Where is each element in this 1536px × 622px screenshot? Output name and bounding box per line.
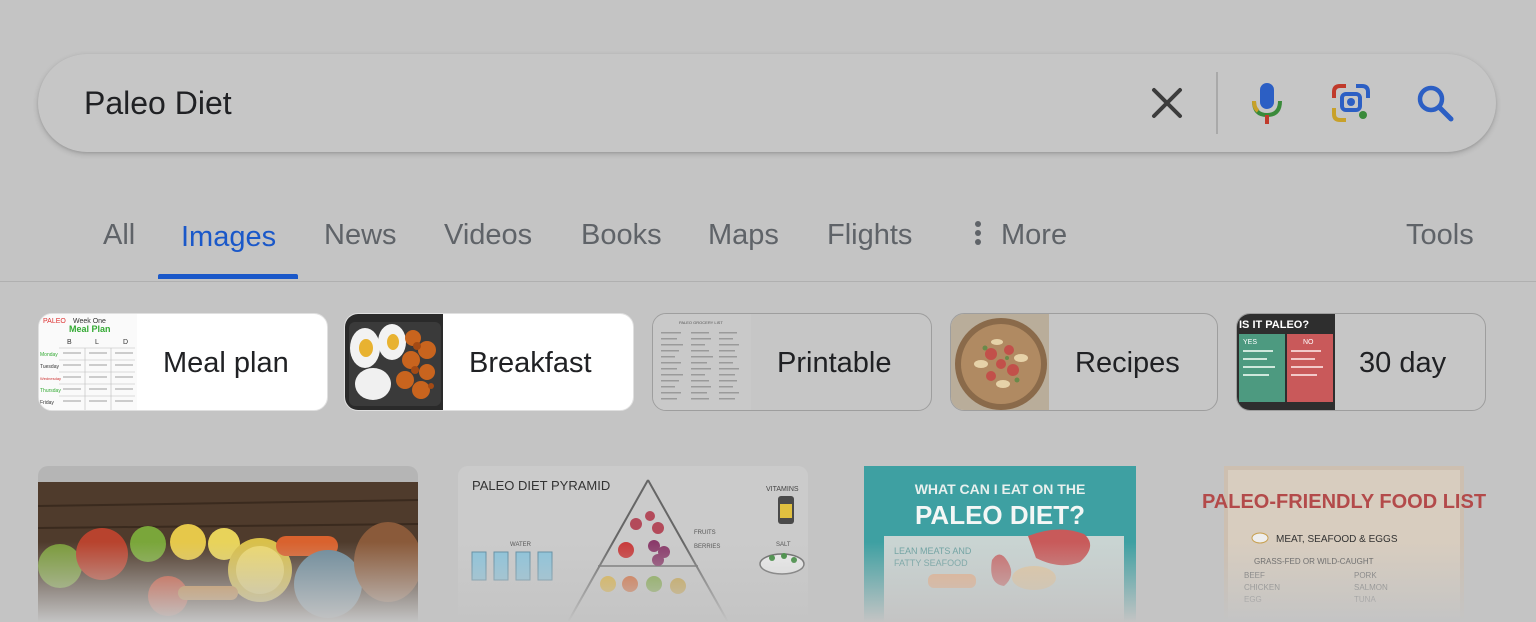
- tab-maps[interactable]: Maps: [708, 210, 779, 260]
- mic-icon[interactable]: [1242, 78, 1292, 128]
- result-graphic: PALEO DIET PYRAMID VITAMINS WATER FRUITS…: [458, 466, 808, 622]
- result-text: FRUITS: [694, 530, 716, 536]
- thumb-text: Thursday: [40, 388, 61, 394]
- thumb-text: Friday: [40, 400, 54, 406]
- tab-books[interactable]: Books: [581, 210, 662, 260]
- result-text: TUNA: [1354, 595, 1376, 604]
- tab-more-label: More: [1001, 219, 1068, 251]
- chip-thumbnail: [951, 314, 1049, 410]
- tools-button[interactable]: Tools: [1406, 210, 1474, 260]
- result-graphic: PALEO-FRIENDLY FOOD LIST MEAT, SEAFOOD &…: [1202, 466, 1486, 622]
- chip-30-day[interactable]: IS IT PALEO? YES NO 30 day: [1236, 313, 1486, 411]
- thumb-text: Tuesday: [40, 364, 59, 370]
- thumb-text: NO: [1303, 339, 1314, 346]
- result-text: PALEO DIET?: [915, 500, 1085, 530]
- chip-label: Meal plan: [163, 347, 289, 379]
- thumb-text: L: [95, 339, 99, 346]
- chip-breakfast[interactable]: Breakfast: [344, 313, 634, 411]
- thumb-text: Monday: [40, 352, 58, 358]
- result-image-what-can-i-eat[interactable]: WHAT CAN I EAT ON THE PALEO DIET? LEAN M…: [848, 466, 1152, 622]
- result-text: PALEO DIET PYRAMID: [472, 478, 610, 493]
- result-text: FATTY SEAFOOD: [894, 558, 968, 568]
- search-input[interactable]: [84, 76, 1124, 130]
- camera-lens-icon[interactable]: [1326, 78, 1376, 128]
- tab-videos[interactable]: Videos: [444, 210, 532, 260]
- chip-thumbnail: IS IT PALEO? YES NO: [1237, 314, 1335, 410]
- chip-label: 30 day: [1359, 347, 1447, 379]
- chip-label: Breakfast: [469, 347, 592, 379]
- thumb-text: YES: [1243, 339, 1257, 346]
- result-text: BERRIES: [694, 544, 720, 550]
- chip-thumbnail: PALEO GROCERY LIST: [653, 314, 751, 410]
- thumb-text: PALEO: [43, 318, 66, 325]
- result-text: MEAT, SEAFOOD & EGGS: [1276, 534, 1398, 545]
- chip-meal-plan[interactable]: PALEO Week One Meal Plan B L D Monday Tu…: [38, 313, 328, 411]
- close-icon[interactable]: [1142, 78, 1192, 128]
- result-image-pyramid[interactable]: PALEO DIET PYRAMID VITAMINS WATER FRUITS…: [458, 466, 808, 622]
- chip-thumbnail: [345, 314, 443, 410]
- thumb-text: Meal Plan: [69, 324, 111, 334]
- result-text: SALMON: [1354, 583, 1388, 592]
- chip-recipes[interactable]: Recipes: [950, 313, 1218, 411]
- search-results-page: All Images News Videos Books Maps Flight…: [0, 0, 1536, 622]
- chip-printable[interactable]: PALEO GROCERY LIST Printable: [652, 313, 932, 411]
- chip-label: Recipes: [1075, 347, 1180, 379]
- result-text: CHICKEN: [1244, 583, 1280, 592]
- result-text: WATER: [510, 542, 532, 548]
- chip-thumbnail: PALEO Week One Meal Plan B L D Monday Tu…: [39, 314, 137, 410]
- search-bar: [38, 54, 1496, 152]
- result-text: GRASS-FED OR WILD-CAUGHT: [1254, 557, 1374, 566]
- chip-label: Printable: [777, 347, 892, 379]
- thumb-text: Wednesday: [40, 376, 61, 381]
- result-text: VITAMINS: [766, 486, 799, 493]
- search-bar-divider: [1216, 72, 1218, 134]
- thumb-text: IS IT PALEO?: [1239, 319, 1309, 331]
- search-tabs: All Images News Videos Books Maps Flight…: [0, 210, 1536, 280]
- result-text: EGG: [1244, 595, 1262, 604]
- tab-images[interactable]: Images: [181, 212, 276, 262]
- result-text: PORK: [1354, 571, 1377, 580]
- tab-flights[interactable]: Flights: [827, 210, 912, 260]
- result-photo: [38, 482, 418, 622]
- tab-news[interactable]: News: [324, 210, 397, 260]
- thumb-text: B: [67, 339, 72, 346]
- result-image-food-list[interactable]: PALEO-FRIENDLY FOOD LIST MEAT, SEAFOOD &…: [1194, 466, 1496, 622]
- active-tab-indicator: [158, 274, 298, 279]
- search-icon[interactable]: [1410, 78, 1460, 128]
- result-graphic: WHAT CAN I EAT ON THE PALEO DIET? LEAN M…: [864, 466, 1136, 622]
- result-text: LEAN MEATS AND: [894, 546, 972, 556]
- vertical-dots-icon: [975, 218, 981, 248]
- tab-all[interactable]: All: [103, 210, 135, 260]
- thumb-text: D: [123, 339, 128, 346]
- tabs-divider: [0, 281, 1536, 282]
- result-image-fruits[interactable]: [38, 466, 418, 622]
- result-text: PALEO-FRIENDLY FOOD LIST: [1202, 491, 1486, 513]
- result-text: WHAT CAN I EAT ON THE: [915, 481, 1086, 497]
- thumb-text: PALEO GROCERY LIST: [679, 320, 723, 325]
- result-text: BEEF: [1244, 571, 1265, 580]
- result-text: SALT: [776, 542, 791, 548]
- tab-more[interactable]: More: [975, 210, 1067, 260]
